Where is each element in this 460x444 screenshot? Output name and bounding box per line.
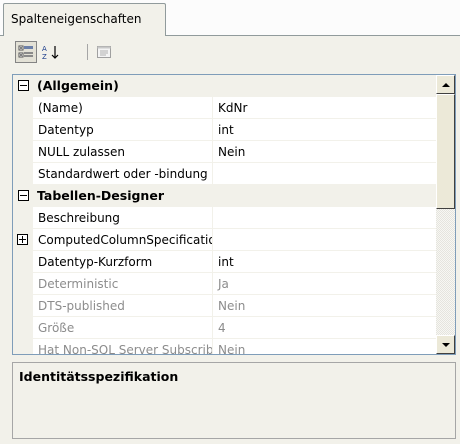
tab-strip: Spalteneigenschaften xyxy=(0,0,460,37)
property-value[interactable] xyxy=(213,229,436,251)
toolbar-separator xyxy=(87,44,88,60)
scroll-down-button[interactable] xyxy=(436,335,455,354)
tab-spalteneigenschaften[interactable]: Spalteneigenschaften xyxy=(3,3,166,37)
scroll-up-button[interactable] xyxy=(436,75,455,94)
property-pages-icon xyxy=(97,46,111,58)
property-value: 4 xyxy=(213,317,436,339)
category-label: Tabellen-Designer xyxy=(37,188,164,203)
property-value[interactable]: int xyxy=(213,251,436,273)
property-name: Beschreibung xyxy=(33,207,213,229)
collapse-icon[interactable] xyxy=(18,80,29,91)
collapse-icon[interactable] xyxy=(18,190,29,201)
property-name: Standardwert oder -bindung xyxy=(33,163,213,185)
property-row[interactable]: Datentyp-Kurzform int xyxy=(13,251,436,273)
property-name: ComputedColumnSpecification xyxy=(33,229,213,251)
scrollbar-thumb[interactable] xyxy=(436,94,455,209)
property-pages-button[interactable] xyxy=(93,41,115,63)
property-row[interactable]: Beschreibung xyxy=(13,207,436,229)
category-label: (Allgemein) xyxy=(37,78,119,93)
categorized-icon xyxy=(18,45,33,58)
vertical-scrollbar[interactable] xyxy=(436,75,455,354)
property-row[interactable]: Deterministic Ja xyxy=(13,273,436,295)
property-value[interactable] xyxy=(213,207,436,229)
property-row[interactable]: Größe 4 xyxy=(13,317,436,339)
property-value: Ja xyxy=(213,273,436,295)
property-name: Deterministic xyxy=(33,273,213,295)
property-value: Nein xyxy=(213,339,436,354)
svg-text:A: A xyxy=(42,45,47,53)
property-row[interactable]: DTS-published Nein xyxy=(13,295,436,317)
category-row-tabellen-designer[interactable]: Tabellen-Designer xyxy=(13,185,436,207)
property-row[interactable]: ComputedColumnSpecification xyxy=(13,229,436,251)
property-value[interactable]: KdNr xyxy=(213,97,436,119)
category-row-allgemein[interactable]: (Allgemein) xyxy=(13,75,436,97)
expand-icon[interactable] xyxy=(17,234,28,245)
property-value[interactable]: Nein xyxy=(213,141,436,163)
property-row[interactable]: NULL zulassen Nein xyxy=(13,141,436,163)
categorized-button[interactable] xyxy=(15,41,37,63)
arrow-up-icon xyxy=(441,82,450,87)
tab-label: Spalteneigenschaften xyxy=(11,12,142,26)
arrow-down-icon xyxy=(441,342,450,347)
property-name: Hat Non-SQL Server Subscriber xyxy=(33,339,213,354)
property-name: NULL zulassen xyxy=(33,141,213,163)
property-value[interactable]: int xyxy=(213,119,436,141)
property-row[interactable]: Datentyp int xyxy=(13,119,436,141)
property-rows: (Allgemein) (Name) KdNr Datentyp int NUL… xyxy=(13,75,436,354)
alphabetical-button[interactable]: A Z xyxy=(40,41,62,63)
property-name: Größe xyxy=(33,317,213,339)
property-row[interactable]: (Name) KdNr xyxy=(13,97,436,119)
property-value: Nein xyxy=(213,295,436,317)
property-name: Datentyp-Kurzform xyxy=(33,251,213,273)
property-grid: (Allgemein) (Name) KdNr Datentyp int NUL… xyxy=(12,74,456,355)
property-row[interactable]: Standardwert oder -bindung xyxy=(13,163,436,185)
svg-text:Z: Z xyxy=(42,53,47,60)
property-name: (Name) xyxy=(33,97,213,119)
toolbar: A Z xyxy=(0,36,460,66)
property-name: Datentyp xyxy=(33,119,213,141)
description-panel: Identitätsspezifikation xyxy=(12,362,456,439)
alphabetical-sort-icon: A Z xyxy=(42,45,59,60)
property-value[interactable] xyxy=(213,163,436,185)
description-title: Identitätsspezifikation xyxy=(19,369,179,384)
property-name: DTS-published xyxy=(33,295,213,317)
property-row[interactable]: Hat Non-SQL Server Subscriber Nein xyxy=(13,339,436,354)
